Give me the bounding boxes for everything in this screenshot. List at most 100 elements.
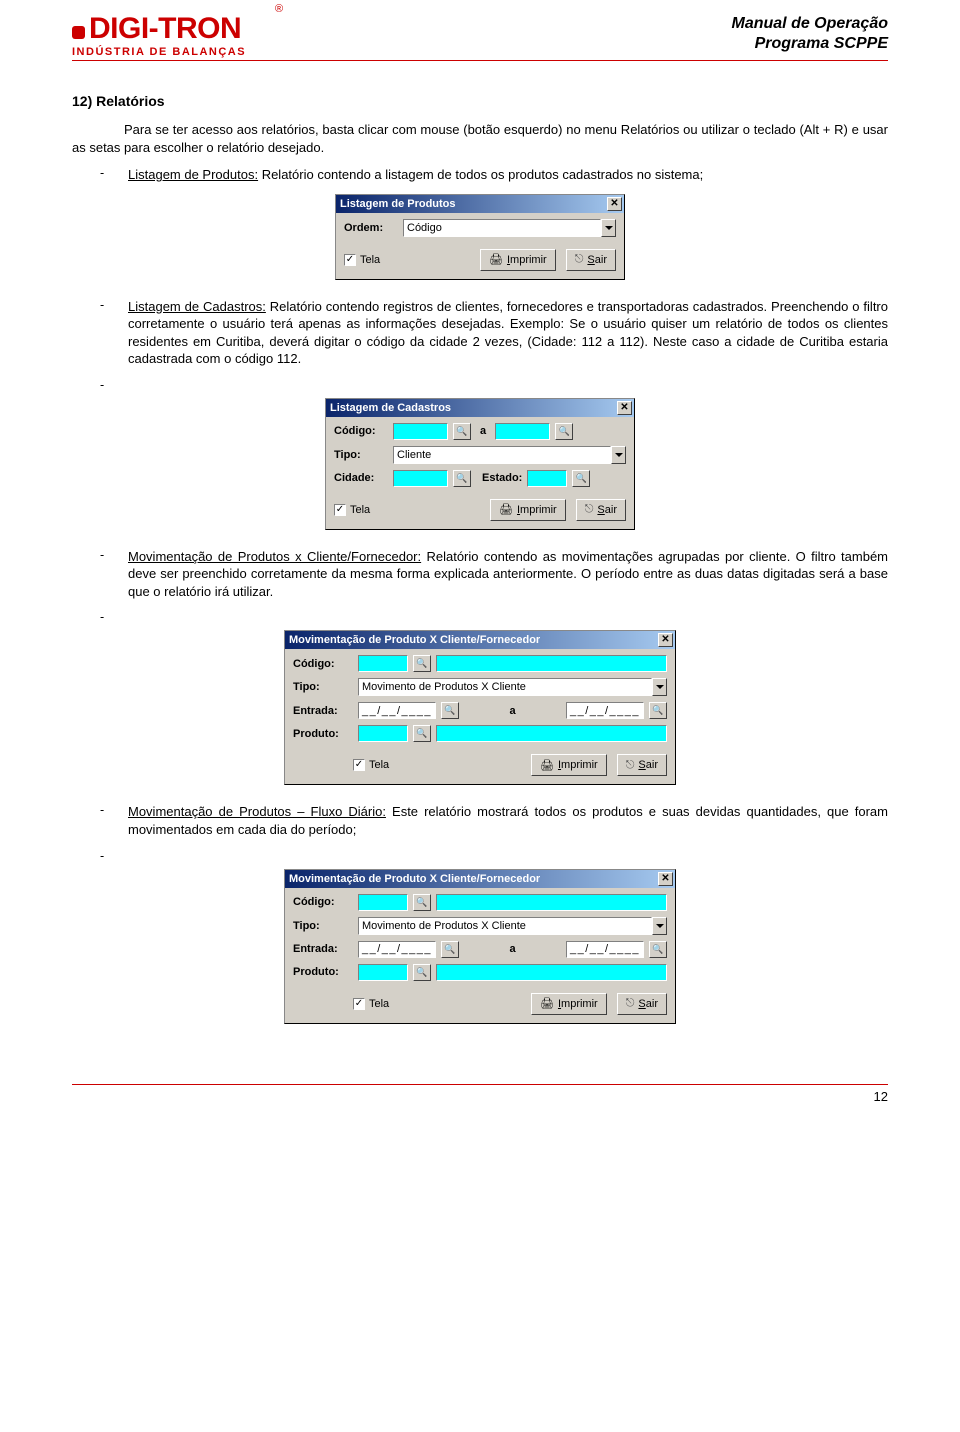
codigo-to-input[interactable] <box>495 423 550 440</box>
search-icon <box>576 473 587 484</box>
data-to-input[interactable]: __/__/____ <box>566 702 644 719</box>
codigo-input[interactable] <box>358 655 408 672</box>
logo: ® DIGI-TRON INDÚSTRIA DE BALANÇAS <box>72 14 246 58</box>
ordem-select[interactable]: Código <box>403 219 601 237</box>
codigo-label: Código: <box>334 425 388 437</box>
list-item-4b: - <box>100 849 888 863</box>
produto-desc-input[interactable] <box>436 725 667 742</box>
codigo-desc-input[interactable] <box>436 894 667 911</box>
produto-input[interactable] <box>358 725 408 742</box>
search-icon <box>456 473 467 484</box>
bullet-dash: - <box>100 849 110 863</box>
list-item-3b: - <box>100 610 888 624</box>
list-item-2: - Listagem de Cadastros: Relatório conte… <box>100 298 888 368</box>
lookup-button[interactable] <box>413 964 431 981</box>
lookup-button[interactable] <box>572 470 590 487</box>
lookup-button[interactable] <box>413 894 431 911</box>
lookup-button[interactable] <box>649 702 667 719</box>
tela-label: Tela <box>369 759 389 771</box>
logo-bullet-icon <box>72 26 85 39</box>
sair-button[interactable]: Sair <box>617 993 667 1015</box>
lookup-button[interactable] <box>649 941 667 958</box>
bullet-dash: - <box>100 298 110 368</box>
lookup-button[interactable] <box>441 941 459 958</box>
codigo-input[interactable] <box>358 894 408 911</box>
titlebar: Listagem de Cadastros ✕ <box>326 399 634 417</box>
section-heading: 12) Relatórios <box>72 93 888 109</box>
titlebar: Listagem de Produtos ✕ <box>336 195 624 213</box>
checkbox-checked-icon: ✓ <box>353 998 365 1010</box>
header-title-right: Manual de Operação Programa SCPPE <box>732 14 889 54</box>
search-icon <box>416 967 427 978</box>
dialog-listagem-cadastros: Listagem de Cadastros ✕ Código: a Tipo: … <box>325 398 635 530</box>
search-icon <box>416 897 427 908</box>
close-icon[interactable]: ✕ <box>617 401 632 415</box>
a-separator: a <box>480 425 486 437</box>
tipo-select[interactable]: Movimento de Produtos X Cliente <box>358 917 652 935</box>
sair-button[interactable]: SSairair <box>566 249 616 271</box>
intro-paragraph: Para se ter acesso aos relatórios, basta… <box>72 121 888 156</box>
tela-checkbox[interactable]: ✓ Tela <box>344 254 380 266</box>
estado-label: Estado: <box>482 472 522 484</box>
search-icon <box>416 658 427 669</box>
sair-button[interactable]: Sair <box>617 754 667 776</box>
estado-input[interactable] <box>527 470 567 487</box>
tela-checkbox[interactable]: ✓ Tela <box>353 998 389 1010</box>
dialog-title: Listagem de Produtos <box>340 198 607 210</box>
codigo-from-input[interactable] <box>393 423 448 440</box>
produto-label: Produto: <box>293 966 353 978</box>
cidade-input[interactable] <box>393 470 448 487</box>
lookup-button[interactable] <box>555 423 573 440</box>
checkbox-checked-icon: ✓ <box>334 504 346 516</box>
imprimir-button[interactable]: IImprimirmprimir <box>480 249 556 271</box>
close-icon[interactable]: ✕ <box>658 872 673 886</box>
data-from-input[interactable]: __/__/____ <box>358 702 436 719</box>
imprimir-button[interactable]: Imprimir <box>490 499 566 521</box>
header-divider <box>72 60 888 61</box>
dialog-title: Listagem de Cadastros <box>330 402 617 414</box>
lookup-button[interactable] <box>413 725 431 742</box>
codigo-desc-input[interactable] <box>436 655 667 672</box>
imprimir-button[interactable]: Imprimir <box>531 754 607 776</box>
data-from-input[interactable]: __/__/____ <box>358 941 436 958</box>
search-icon <box>416 728 427 739</box>
lookup-button[interactable] <box>453 470 471 487</box>
registered-mark-icon: ® <box>275 4 283 15</box>
printer-icon <box>489 253 503 266</box>
logo-subtitle: INDÚSTRIA DE BALANÇAS <box>72 47 246 58</box>
chevron-down-icon[interactable] <box>652 917 667 935</box>
close-icon[interactable]: ✕ <box>607 197 622 211</box>
chevron-down-icon[interactable] <box>601 219 616 237</box>
data-to-input[interactable]: __/__/____ <box>566 941 644 958</box>
tela-checkbox[interactable]: ✓ Tela <box>353 759 389 771</box>
produto-desc-input[interactable] <box>436 964 667 981</box>
entrada-label: Entrada: <box>293 705 353 717</box>
printer-icon <box>540 759 554 772</box>
imprimir-button[interactable]: Imprimir <box>531 993 607 1015</box>
tela-checkbox[interactable]: ✓ Tela <box>334 504 370 516</box>
exit-icon <box>626 997 635 1010</box>
tipo-select[interactable]: Cliente <box>393 446 611 464</box>
sair-button[interactable]: Sair <box>576 499 626 521</box>
tipo-label: Tipo: <box>293 681 353 693</box>
exit-icon <box>585 503 594 516</box>
lookup-button[interactable] <box>453 423 471 440</box>
titlebar: Movimentação de Produto X Cliente/Fornec… <box>285 870 675 888</box>
lookup-button[interactable] <box>413 655 431 672</box>
chevron-down-icon[interactable] <box>611 446 626 464</box>
bullet-dash: - <box>100 166 110 184</box>
produto-label: Produto: <box>293 728 353 740</box>
entrada-label: Entrada: <box>293 943 353 955</box>
tipo-label: Tipo: <box>334 449 388 461</box>
dialog-title: Movimentação de Produto X Cliente/Fornec… <box>289 634 658 646</box>
checkbox-checked-icon: ✓ <box>353 759 365 771</box>
tipo-select[interactable]: Movimento de Produtos X Cliente <box>358 678 652 696</box>
tela-label: Tela <box>360 254 380 266</box>
close-icon[interactable]: ✕ <box>658 633 673 647</box>
exit-icon <box>575 253 584 266</box>
lookup-button[interactable] <box>441 702 459 719</box>
chevron-down-icon[interactable] <box>652 678 667 696</box>
produto-input[interactable] <box>358 964 408 981</box>
bullet-dash: - <box>100 548 110 601</box>
search-icon <box>559 426 570 437</box>
